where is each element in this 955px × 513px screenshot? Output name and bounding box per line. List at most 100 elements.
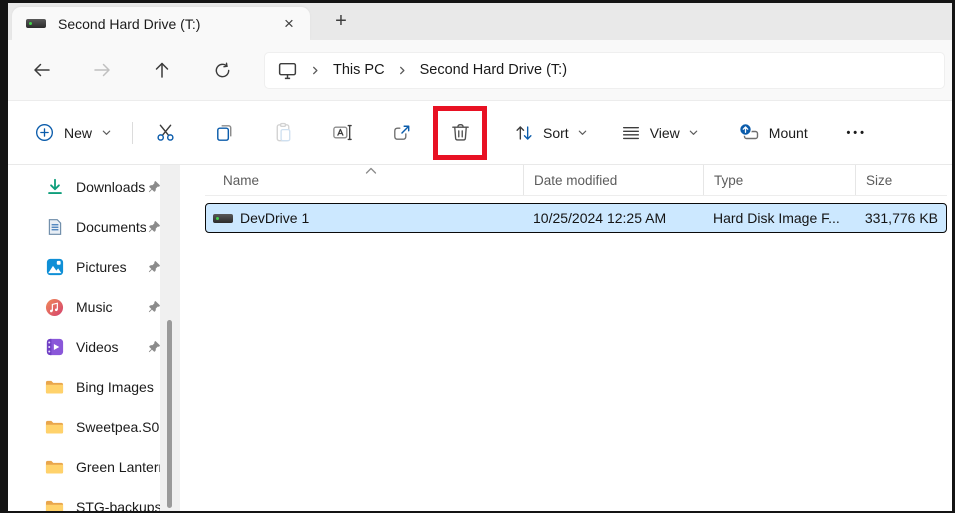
view-button[interactable]: View bbox=[610, 114, 709, 152]
rename-icon bbox=[332, 124, 352, 141]
view-lines-icon bbox=[622, 126, 639, 139]
tab-title: Second Hard Drive (T:) bbox=[58, 15, 201, 32]
sidebar-item-label: Documents bbox=[76, 219, 146, 235]
refresh-button[interactable] bbox=[204, 52, 240, 88]
folder-icon bbox=[45, 418, 64, 437]
file-name: DevDrive 1 bbox=[240, 210, 310, 226]
hard-drive-icon bbox=[26, 19, 46, 28]
file-size-cell: 331,776 KB bbox=[864, 210, 938, 226]
close-tab-icon[interactable]: × bbox=[276, 12, 302, 36]
address-bar[interactable]: This PC Second Hard Drive (T:) bbox=[264, 51, 945, 89]
pin-icon bbox=[146, 220, 160, 235]
copy-icon bbox=[216, 125, 231, 141]
column-header-name[interactable]: Name bbox=[205, 165, 523, 195]
file-explorer-window: Second Hard Drive (T:) × + This PC Secon… bbox=[8, 3, 952, 511]
videos-icon bbox=[45, 338, 64, 357]
sort-button[interactable]: Sort bbox=[503, 114, 598, 152]
pictures-icon bbox=[45, 258, 64, 277]
ellipsis-icon: ••• bbox=[846, 126, 867, 139]
hard-drive-icon bbox=[213, 213, 233, 223]
this-pc-monitor-icon[interactable] bbox=[277, 60, 298, 81]
file-date-modified-cell: 10/25/2024 12:25 AM bbox=[533, 210, 667, 226]
breadcrumb-chevron-icon[interactable] bbox=[397, 65, 408, 76]
new-button[interactable]: New bbox=[24, 114, 122, 152]
view-button-label: View bbox=[649, 124, 680, 141]
chevron-down-icon bbox=[578, 130, 587, 135]
sidebar-item-green-lantern[interactable]: Green Lantern bbox=[8, 447, 160, 487]
sidebar-item-label: Music bbox=[76, 299, 113, 315]
sidebar-item-sweetpea[interactable]: Sweetpea.S01 bbox=[8, 407, 160, 447]
sidebar-scrollbar-thumb[interactable] bbox=[167, 320, 172, 508]
navigation-bar: This PC Second Hard Drive (T:) bbox=[8, 40, 952, 100]
window-frame: Second Hard Drive (T:) × + This PC Secon… bbox=[0, 0, 955, 513]
trash-icon bbox=[451, 123, 469, 141]
folder-icon bbox=[45, 378, 64, 397]
pin-icon bbox=[146, 340, 160, 355]
downloads-icon bbox=[45, 178, 64, 197]
explorer-tab[interactable]: Second Hard Drive (T:) × bbox=[12, 7, 310, 40]
more-options-button[interactable]: ••• bbox=[840, 115, 874, 151]
sidebar-item-label: STG-backups- bbox=[76, 499, 160, 511]
cut-button[interactable] bbox=[145, 113, 185, 153]
file-row-devdrive1-selected[interactable]: DevDrive 1 10/25/2024 12:25 AM Hard Disk… bbox=[205, 203, 947, 233]
documents-icon bbox=[45, 218, 64, 237]
cut-scissors-icon bbox=[156, 124, 174, 141]
folder-icon bbox=[45, 498, 64, 511]
back-button[interactable] bbox=[24, 52, 60, 88]
mount-button[interactable]: Mount bbox=[727, 114, 818, 152]
content-area: Downloads Documents Pictures Music Video… bbox=[8, 165, 952, 511]
music-icon bbox=[45, 298, 64, 317]
column-header-row: Name Date modified Type Size bbox=[205, 165, 947, 196]
sidebar-item-label: Downloads bbox=[76, 179, 146, 195]
command-toolbar: New Sort View Mount ••• bbox=[8, 100, 952, 165]
copy-button[interactable] bbox=[204, 113, 244, 153]
column-header-date-modified[interactable]: Date modified bbox=[523, 165, 703, 195]
sidebar-item-label: Videos bbox=[76, 339, 119, 355]
paste-button[interactable] bbox=[263, 113, 303, 153]
delete-button[interactable] bbox=[433, 105, 488, 160]
file-type-cell: Hard Disk Image F... bbox=[713, 210, 840, 226]
pin-icon bbox=[146, 180, 160, 195]
forward-arrow-icon bbox=[94, 63, 110, 77]
rename-button[interactable] bbox=[322, 113, 362, 153]
share-button[interactable] bbox=[381, 113, 421, 153]
mount-button-label: Mount bbox=[768, 124, 808, 141]
sidebar-item-downloads[interactable]: Downloads bbox=[8, 167, 160, 207]
forward-button[interactable] bbox=[84, 52, 120, 88]
sidebar-item-label: Bing Images bbox=[76, 379, 154, 395]
sidebar-item-stg-backups[interactable]: STG-backups- bbox=[8, 487, 160, 511]
sidebar-item-bing-images[interactable]: Bing Images bbox=[8, 367, 160, 407]
pin-icon bbox=[146, 260, 160, 275]
column-header-size[interactable]: Size bbox=[855, 165, 947, 195]
new-button-label: New bbox=[64, 124, 93, 141]
sidebar-item-label: Pictures bbox=[76, 259, 127, 275]
back-arrow-icon bbox=[34, 63, 50, 77]
breadcrumb-chevron-icon[interactable] bbox=[310, 65, 321, 76]
sidebar-scrollbar bbox=[160, 165, 180, 511]
file-name-cell: DevDrive 1 bbox=[206, 210, 523, 226]
pin-icon bbox=[146, 300, 160, 315]
tab-bar: Second Hard Drive (T:) × + bbox=[8, 3, 952, 40]
navigation-pane: Downloads Documents Pictures Music Video… bbox=[8, 165, 160, 511]
up-arrow-icon bbox=[155, 62, 169, 78]
sidebar-item-music[interactable]: Music bbox=[8, 287, 160, 327]
sort-ascending-indicator bbox=[365, 167, 377, 175]
chevron-down-icon bbox=[689, 130, 698, 135]
up-button[interactable] bbox=[144, 52, 180, 88]
sidebar-item-label: Green Lantern bbox=[76, 459, 160, 475]
breadcrumb-current-drive[interactable]: Second Hard Drive (T:) bbox=[420, 62, 567, 78]
breadcrumb-this-pc[interactable]: This PC bbox=[333, 62, 385, 78]
chevron-down-icon bbox=[102, 130, 111, 135]
paste-clipboard-icon bbox=[276, 122, 290, 142]
mount-drive-icon bbox=[738, 122, 758, 139]
sidebar-item-label: Sweetpea.S01 bbox=[76, 419, 160, 435]
sidebar-item-videos[interactable]: Videos bbox=[8, 327, 160, 367]
refresh-icon bbox=[215, 62, 229, 77]
folder-icon bbox=[45, 458, 64, 477]
sort-button-label: Sort bbox=[543, 124, 569, 141]
toolbar-divider bbox=[132, 121, 134, 144]
sidebar-item-pictures[interactable]: Pictures bbox=[8, 247, 160, 287]
new-tab-button[interactable]: + bbox=[326, 8, 356, 34]
sidebar-item-documents[interactable]: Documents bbox=[8, 207, 160, 247]
column-header-type[interactable]: Type bbox=[703, 165, 855, 195]
